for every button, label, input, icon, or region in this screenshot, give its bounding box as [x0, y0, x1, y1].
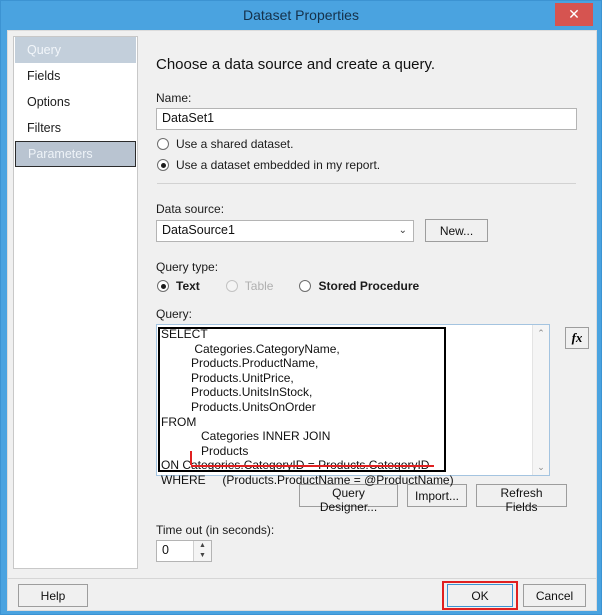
- radio-embedded-dataset-row[interactable]: Use a dataset embedded in my report.: [157, 158, 592, 172]
- timeout-label: Time out (in seconds):: [156, 523, 275, 537]
- radio-embedded-dataset-icon[interactable]: [157, 159, 169, 171]
- radio-query-type-stored-procedure-icon[interactable]: [299, 280, 312, 292]
- new-data-source-button[interactable]: New...: [425, 219, 488, 242]
- stepper-up-icon[interactable]: ▲: [194, 541, 211, 551]
- sidebar-item-fields[interactable]: Fields: [15, 63, 136, 89]
- radio-query-type-stored-procedure-label: Stored Procedure: [318, 279, 420, 293]
- data-source-select[interactable]: DataSource1 ⌄: [156, 219, 414, 242]
- stepper-buttons[interactable]: ▲ ▼: [193, 541, 211, 561]
- name-input[interactable]: DataSet1: [156, 108, 577, 130]
- refresh-fields-button[interactable]: Refresh Fields: [476, 484, 567, 514]
- name-label: Name:: [156, 91, 192, 105]
- window-title: Dataset Properties: [243, 7, 359, 23]
- radio-embedded-dataset-label: Use a dataset embedded in my report.: [176, 158, 381, 172]
- page-title: Choose a data source and create a query.: [156, 56, 436, 73]
- chevron-down-icon: ⌄: [398, 224, 407, 236]
- radio-query-type-text-label: Text: [176, 279, 200, 293]
- sidebar-item-filters[interactable]: Filters: [15, 115, 136, 141]
- timeout-value[interactable]: 0: [162, 543, 169, 557]
- radio-query-type-text-icon[interactable]: [157, 280, 169, 292]
- title-bar: Dataset Properties ✕: [1, 1, 601, 30]
- expression-fx-button[interactable]: fx: [565, 327, 589, 349]
- query-type-label: Query type:: [156, 260, 219, 274]
- radio-shared-dataset-icon[interactable]: [157, 138, 169, 150]
- main-pane: Choose a data source and create a query.…: [146, 36, 592, 569]
- sidebar-nav: Query Fields Options Filters Parameters: [13, 36, 138, 569]
- radio-shared-dataset-row[interactable]: Use a shared dataset.: [157, 137, 592, 151]
- dialog-footer: Help OK Cancel: [7, 578, 597, 611]
- dataset-properties-dialog: Dataset Properties ✕ Query Fields Option…: [0, 0, 602, 615]
- query-type-options: Text Table Stored Procedure: [157, 279, 592, 293]
- query-label-row: Query:: [156, 307, 592, 321]
- dialog-body: Query Fields Options Filters Parameters …: [7, 30, 597, 578]
- query-text[interactable]: SELECT Categories.CategoryName, Products…: [161, 327, 454, 488]
- sidebar-item-options[interactable]: Options: [15, 89, 136, 115]
- sidebar-item-query[interactable]: Query: [15, 37, 136, 63]
- data-source-value: DataSource1: [162, 222, 235, 237]
- query-editor[interactable]: SELECT Categories.CategoryName, Products…: [156, 324, 550, 487]
- help-button[interactable]: Help: [18, 584, 88, 607]
- radio-query-type-table-label: Table: [244, 279, 274, 293]
- data-source-label: Data source:: [156, 202, 225, 216]
- radio-query-type-table-icon: [225, 280, 238, 292]
- stepper-down-icon[interactable]: ▼: [194, 551, 211, 561]
- close-icon[interactable]: ✕: [555, 3, 593, 26]
- timeout-stepper[interactable]: 0 ▲ ▼: [156, 540, 212, 562]
- sidebar-item-parameters[interactable]: Parameters: [15, 141, 136, 167]
- data-source-row: DataSource1 ⌄ New...: [156, 219, 592, 242]
- scroll-up-icon[interactable]: ⌃: [533, 325, 549, 341]
- ok-button[interactable]: OK: [447, 584, 513, 607]
- section-divider: [157, 183, 576, 184]
- scroll-down-icon[interactable]: ⌄: [533, 459, 549, 475]
- radio-shared-dataset-label: Use a shared dataset.: [176, 137, 294, 151]
- cancel-button[interactable]: Cancel: [523, 584, 586, 607]
- query-scrollbar[interactable]: ⌃ ⌄: [532, 325, 549, 475]
- query-label: Query:: [156, 307, 193, 321]
